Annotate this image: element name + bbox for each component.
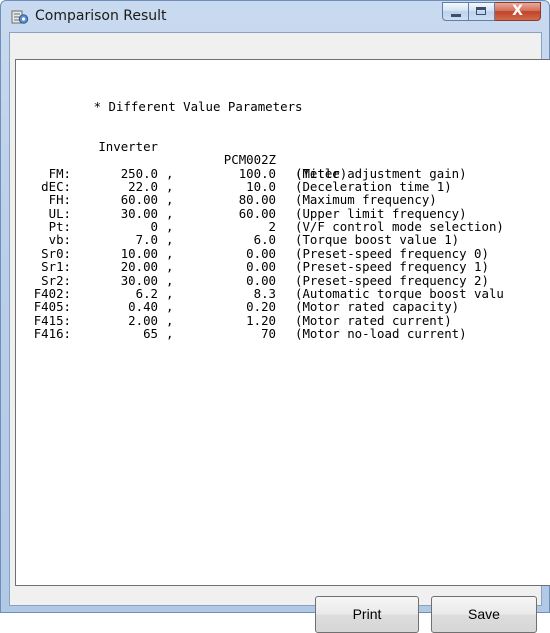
save-button[interactable]: Save: [431, 596, 537, 633]
parameter-description: (Motor rated current): [295, 312, 452, 328]
pcm-value: 1.20: [246, 312, 276, 328]
parameter-description: (Preset-speed frequency 1): [295, 259, 489, 275]
app-settings-icon: [11, 10, 29, 24]
parameter-description: (V/F control mode selection): [295, 219, 504, 235]
parameter-description: (Deceleration time 1): [295, 179, 452, 195]
comparison-report[interactable]: * Different Value Parameters Inverter PC…: [15, 59, 550, 586]
table-row: FH: 60.00, 80.00 (Maximum frequency): [19, 192, 437, 208]
table-row: Sr2: 30.00, 0.00 (Preset-speed frequency 2): [19, 272, 489, 288]
parameter-description: (Meter adjustment gain): [295, 165, 467, 181]
table-row: dEC: 22.0, 10.0 (Deceleration time 1): [19, 179, 452, 195]
table-row: F405: 0.40, 0.20 (Motor rated capacity): [19, 299, 459, 315]
report-text: * Different Value Parameters Inverter PC…: [19, 60, 504, 341]
table-row: Sr0: 10.00, 0.00 (Preset-speed frequency 0): [19, 245, 489, 261]
report-heading-row: * Different Value Parameters: [19, 87, 303, 113]
table-row: FM: 250.0, 100.0 (Meter adjustment gain): [19, 165, 467, 181]
minimize-icon: [451, 14, 461, 17]
pcm-value: 2: [268, 219, 276, 235]
pcm-value: 0.20: [246, 299, 276, 315]
close-button[interactable]: X: [495, 2, 541, 21]
window-title: Comparison Result: [35, 8, 167, 24]
parameter-description: (Motor rated capacity): [295, 299, 460, 315]
maximize-button[interactable]: [469, 2, 495, 21]
pcm-value: 0.00: [246, 259, 276, 275]
report-columns-row: Inverter PCM002Z (Title): [19, 127, 347, 180]
table-row: F416: 65, 70 (Motor no-load current): [19, 325, 467, 341]
pcm-value: 0.00: [246, 272, 276, 288]
table-row: UL: 30.00, 60.00 (Upper limit frequency): [19, 205, 467, 221]
client-area: * Different Value Parameters Inverter PC…: [9, 32, 550, 633]
parameter-description: (Torque boost value 1): [295, 232, 460, 248]
pcm-value: 6.0: [253, 232, 276, 248]
print-button[interactable]: Print: [315, 596, 419, 633]
table-row: F402: 6.2, 8.3 (Automatic torque boost valu: [19, 285, 504, 301]
pcm-value: 80.00: [238, 192, 276, 208]
parameter-description: (Preset-speed frequency 2): [295, 272, 489, 288]
comparison-result-window: Comparison Result X * Different Value Pa…: [0, 0, 550, 633]
report-heading: * Different Value Parameters: [93, 99, 303, 115]
close-icon: X: [512, 3, 523, 19]
table-row: F415: 2.00, 1.20 (Motor rated current): [19, 312, 452, 328]
column-pcm: PCM002Z: [223, 152, 276, 168]
minimize-button[interactable]: [442, 2, 469, 21]
pcm-value: 8.3: [253, 285, 276, 301]
maximize-icon: [476, 7, 486, 15]
pcm-value: 100.0: [238, 165, 276, 181]
pcm-value: 60.00: [238, 205, 276, 221]
parameter-description: (Motor no-load current): [295, 325, 467, 341]
table-row: Sr1: 20.00, 0.00 (Preset-speed frequency 1): [19, 259, 489, 275]
parameter-description: (Preset-speed frequency 0): [295, 245, 489, 261]
column-inverter: Inverter: [98, 139, 158, 155]
caption-buttons: X: [442, 2, 541, 22]
title-bar[interactable]: Comparison Result X: [1, 1, 549, 33]
table-row: Pt: 0, 2 (V/F control mode selection): [19, 219, 504, 235]
table-row: vb: 7.0, 6.0 (Torque boost value 1): [19, 232, 460, 248]
parameter-description: (Automatic torque boost valu: [295, 285, 504, 301]
pcm-value: 0.00: [246, 245, 276, 261]
parameter-description: (Upper limit frequency): [295, 205, 467, 221]
pcm-value: 70: [261, 325, 276, 341]
pcm-value: 10.0: [246, 179, 276, 195]
parameter-description: (Maximum frequency): [295, 192, 437, 208]
